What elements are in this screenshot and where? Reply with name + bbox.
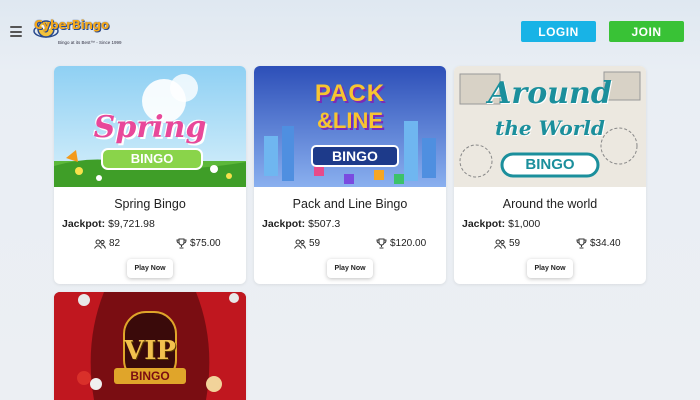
players-icon <box>294 239 306 249</box>
players-icon <box>494 239 506 249</box>
prize-stat: $34.40 <box>576 238 621 249</box>
game-image-around-the-world[interactable]: Around the World BINGO <box>454 66 646 187</box>
game-image-spring-bingo[interactable]: Spring BINGO <box>54 66 246 187</box>
trophy-icon <box>176 238 187 249</box>
game-image-badge: BINGO <box>332 148 378 164</box>
game-image-title: Spring <box>93 110 207 145</box>
jackpot-label: Jackpot: <box>62 218 106 230</box>
prize-value: $34.40 <box>590 238 621 249</box>
game-title: Around the world <box>502 197 598 211</box>
prize-stat: $120.00 <box>376 238 426 249</box>
jackpot-line: Jackpot: $9,721.98 <box>62 218 155 230</box>
players-stat: 59 <box>494 238 520 249</box>
game-card-around-the-world: Around the World BINGO Around the world … <box>454 66 646 284</box>
game-card-pack-and-line-bingo: PACK &LINE BINGO Pack and Line Bingo Jac… <box>254 66 446 284</box>
players-count: 82 <box>109 238 121 249</box>
players-count: 59 <box>309 238 321 249</box>
play-now-button[interactable]: Play Now <box>327 259 373 278</box>
prize-value: $120.00 <box>390 238 427 249</box>
game-image-title-line2: the World <box>495 116 605 140</box>
game-image-vip-bingo[interactable]: VIP BINGO <box>54 292 246 400</box>
game-image-title-line2: &LINE <box>317 108 383 133</box>
jackpot-line: Jackpot: $1,000 <box>462 218 540 230</box>
jackpot-label: Jackpot: <box>262 218 306 230</box>
logo-text: CyberBingo <box>34 18 109 32</box>
jackpot-value: $1,000 <box>508 218 541 230</box>
prize-stat: $75.00 <box>176 238 221 249</box>
hamburger-menu-icon[interactable] <box>10 26 22 37</box>
game-image-title-line1: Around <box>488 76 612 111</box>
trophy-icon <box>376 238 387 249</box>
game-image-title: VIP <box>124 336 176 366</box>
game-title: Pack and Line Bingo <box>292 197 408 211</box>
play-now-button[interactable]: Play Now <box>127 259 173 278</box>
game-card-vip-bingo: VIP BINGO <box>54 292 246 400</box>
login-button[interactable]: LOGIN <box>521 21 596 42</box>
players-stat: 59 <box>294 238 320 249</box>
logo-tagline: Bingo at its Best™ - Since 1999 <box>58 40 122 45</box>
prize-value: $75.00 <box>190 238 221 249</box>
jackpot-line: Jackpot: $507.3 <box>262 218 340 230</box>
jackpot-value: $507.3 <box>308 218 341 230</box>
join-button[interactable]: JOIN <box>609 21 684 42</box>
game-image-pack-and-line-bingo[interactable]: PACK &LINE BINGO <box>254 66 446 187</box>
players-stat: 82 <box>94 238 120 249</box>
trophy-icon <box>576 238 587 249</box>
players-icon <box>94 239 106 249</box>
jackpot-label: Jackpot: <box>462 218 506 230</box>
play-now-button[interactable]: Play Now <box>527 259 573 278</box>
players-count: 59 <box>509 238 521 249</box>
game-image-badge: BINGO <box>130 151 174 166</box>
game-image-title-line1: PACK <box>314 80 386 107</box>
jackpot-value: $9,721.98 <box>108 218 155 230</box>
game-title: Spring Bingo <box>114 197 186 211</box>
game-image-badge: BINGO <box>130 369 170 383</box>
game-card-spring-bingo: Spring BINGO Spring Bingo Jackpot: $9,72… <box>54 66 246 284</box>
header: CyberBingo Bingo at its Best™ - Since 19… <box>0 0 700 62</box>
game-image-badge: BINGO <box>525 156 575 173</box>
